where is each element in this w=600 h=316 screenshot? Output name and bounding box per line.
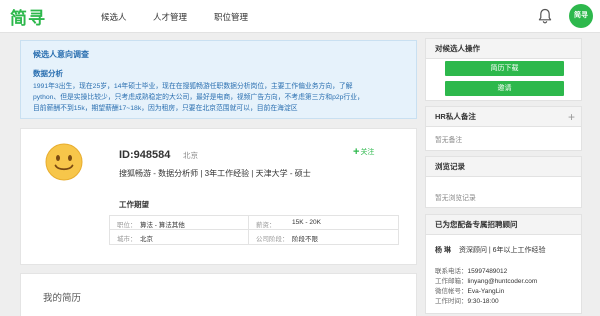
user-avatar[interactable]: 简寻 [569, 4, 593, 28]
consultant-info: 杨 琳资深顾问 | 6年以上工作经验 [435, 245, 546, 255]
nav-talent-management[interactable]: 人才管理 [153, 11, 187, 23]
nav-candidates[interactable]: 候选人 [101, 11, 127, 23]
table-row: 职位： 算法 - 算法其他 薪资： 15K - 20K [110, 216, 398, 230]
browse-history-panel: 浏览记录 暂无浏览记录 [425, 156, 582, 208]
email-value[interactable]: linyang@huntcoder.com [468, 278, 538, 285]
bell-icon[interactable] [538, 8, 552, 24]
plus-icon: + [353, 146, 360, 158]
consultant-phone: 联系电话：15997489012 [435, 265, 507, 275]
top-navigation-bar: 简寻 候选人 人才管理 职位管理 简寻 [0, 0, 600, 33]
survey-line-3: 目前薪酬不到15k，期望薪酬17~18k，因为租房，只要在北京范围就可以，目前在… [33, 105, 298, 112]
consultant-title: 已为您配备专属招聘顾问 [426, 215, 581, 235]
candidate-city: 北京 [183, 151, 198, 160]
invite-button[interactable]: 邀请 [445, 81, 564, 96]
dedicated-consultant-panel: 已为您配备专属招聘顾问 杨 琳资深顾问 | 6年以上工作经验 联系电话：1599… [425, 214, 582, 314]
salary-label: 薪资： [256, 222, 276, 229]
position-label: 职位： [117, 222, 137, 229]
survey-subtitle: 数据分析 [33, 69, 63, 78]
consultant-role: 资深顾问 | 6年以上工作经验 [458, 247, 546, 254]
consultant-hours: 工作时间：9:30-18:00 [435, 295, 499, 305]
expectation-table: 职位： 算法 - 算法其他 薪资： 15K - 20K 城市： 北京 公司阶段：… [109, 215, 399, 245]
consultant-email: 工作邮箱：linyang@huntcoder.com [435, 275, 537, 285]
follow-button[interactable]: +关注 [353, 146, 374, 158]
hr-notes-panel: HR私人备注 + 暂无备注 [425, 106, 582, 151]
city-label: 城市： [117, 236, 137, 243]
survey-title: 候选人意向调查 [33, 50, 89, 59]
actions-title: 对候选人操作 [426, 39, 581, 59]
hours-label: 工作时间： [435, 298, 468, 305]
wechat-value: Eva-YangLin [467, 288, 505, 295]
position-value: 算法 - 算法其他 [140, 222, 185, 229]
candidate-id: ID:948584 [119, 149, 171, 161]
city-value: 北京 [140, 236, 153, 243]
hours-value: 9:30-18:00 [467, 298, 499, 305]
notes-empty-text: 暂无备注 [435, 137, 463, 144]
resume-title: 我的简历 [43, 293, 82, 304]
nav-job-management[interactable]: 职位管理 [214, 11, 248, 23]
browse-history-title: 浏览记录 [426, 157, 581, 177]
email-label: 工作邮箱： [435, 278, 468, 285]
candidate-actions-panel: 对候选人操作 简历下载 邀请 [425, 38, 582, 101]
hr-notes-header: HR私人备注 + [426, 107, 581, 127]
candidate-summary: 搜狐畅游 - 数据分析师 | 3年工作经验 | 天津大学 - 硕士 [119, 169, 311, 178]
hr-notes-title: HR私人备注 [435, 112, 476, 121]
my-resume-section: 我的简历 [20, 273, 417, 316]
survey-line-1: 1991年3出生，现在25岁，14年硕士毕业，现在在搜狐畅游任职数据分析岗位，主… [33, 83, 353, 90]
add-note-icon[interactable]: + [568, 107, 575, 127]
stage-label: 公司阶段： [256, 236, 289, 243]
jianxun-logo[interactable]: 简寻 [10, 4, 46, 29]
follow-label: 关注 [360, 149, 375, 156]
stage-value: 阶段不限 [292, 236, 318, 243]
candidate-profile-card: ID:948584 北京 +关注 搜狐畅游 - 数据分析师 | 3年工作经验 |… [20, 128, 417, 265]
phone-value[interactable]: 15997489012 [468, 268, 508, 275]
candidate-intent-survey: 候选人意向调查 数据分析 1991年3出生，现在25岁，14年硕士毕业，现在在搜… [20, 40, 417, 119]
survey-line-2: python、但是实操比较少，只考虑成熟稳定的大公司，最好是电商，视频广告方向，… [33, 94, 364, 101]
phone-label: 联系电话： [435, 268, 468, 275]
smiley-avatar-icon [45, 143, 83, 181]
expectation-title: 工作期望 [119, 200, 149, 209]
consultant-name: 杨 琳 [435, 247, 451, 254]
salary-value: 15K - 20K [292, 219, 321, 226]
browse-empty-text: 暂无浏览记录 [435, 195, 476, 202]
resume-download-button[interactable]: 简历下载 [445, 61, 564, 76]
table-row: 城市： 北京 公司阶段： 阶段不限 [110, 230, 398, 244]
wechat-label: 微信帐号： [435, 288, 468, 295]
consultant-wechat: 微信帐号：Eva-YangLin [435, 285, 504, 295]
